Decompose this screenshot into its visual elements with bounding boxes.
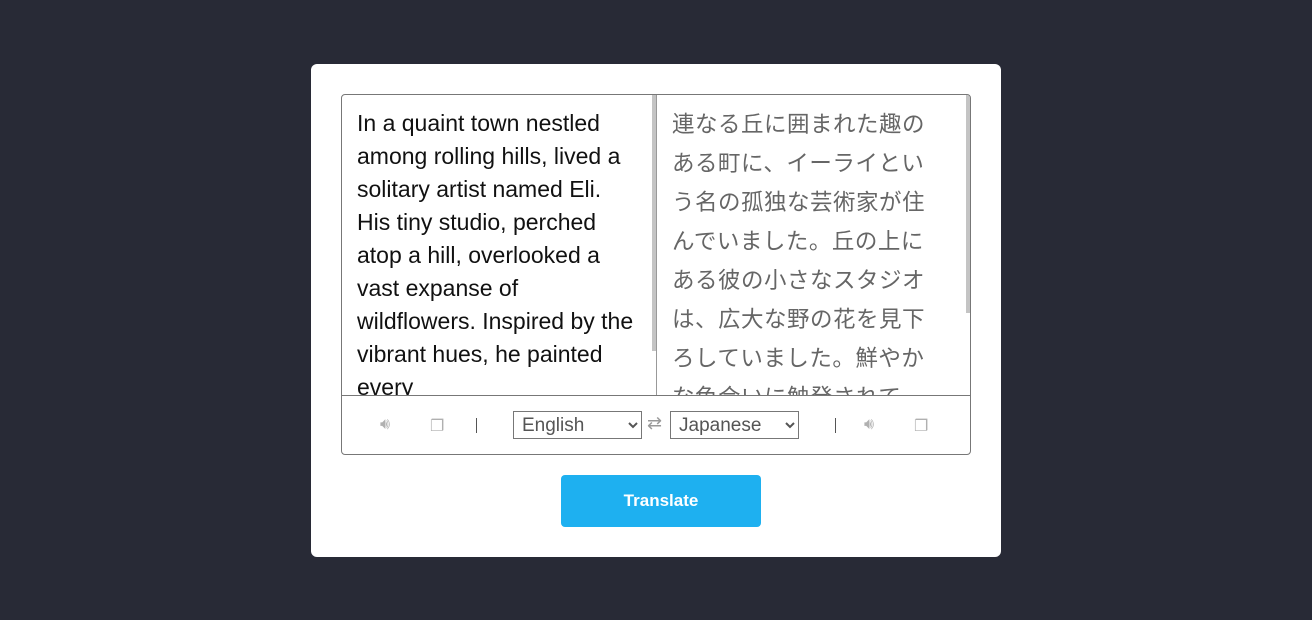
target-text: 連なる丘に囲まれた趣のある町に、イーライという名の孤独な芸術家が住んでいました。… bbox=[672, 112, 926, 395]
toolbar: 🔊︎ ❐ English ⇄ Japanese 🔊︎ ❐ bbox=[342, 395, 970, 454]
swap-icon[interactable]: ⇄ bbox=[647, 413, 662, 434]
target-language-select[interactable]: Japanese bbox=[670, 411, 799, 439]
copy-icon[interactable]: ❐ bbox=[914, 416, 928, 436]
translate-button[interactable]: Translate bbox=[561, 475, 761, 527]
speaker-icon[interactable]: 🔊︎ bbox=[864, 416, 874, 434]
divider bbox=[835, 418, 836, 433]
target-scrollbar[interactable] bbox=[966, 95, 970, 313]
target-pane: 連なる丘に囲まれた趣のある町に、イーライという名の孤独な芸術家が住んでいました。… bbox=[657, 95, 970, 395]
copy-icon[interactable]: ❐ bbox=[430, 416, 444, 436]
divider bbox=[476, 418, 477, 433]
source-scrollbar[interactable] bbox=[652, 95, 656, 351]
source-language-select[interactable]: English bbox=[513, 411, 642, 439]
translation-box: In a quaint town nestled among rolling h… bbox=[341, 94, 971, 455]
source-pane[interactable]: In a quaint town nestled among rolling h… bbox=[342, 95, 657, 395]
source-textarea[interactable]: In a quaint town nestled among rolling h… bbox=[342, 95, 656, 395]
translator-card: In a quaint town nestled among rolling h… bbox=[311, 64, 1001, 557]
speaker-icon[interactable]: 🔊︎ bbox=[380, 416, 390, 434]
